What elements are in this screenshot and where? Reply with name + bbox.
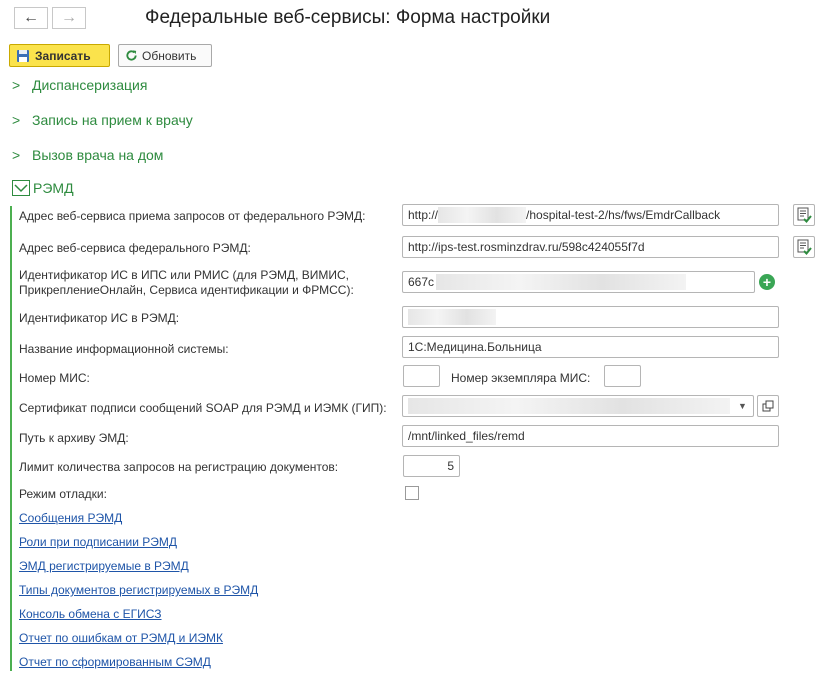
is-id-value-prefix: 667c xyxy=(408,275,435,289)
refresh-icon xyxy=(126,50,137,61)
callback-url-label: Адрес веб-сервиса приема запросов от фед… xyxy=(19,209,366,223)
link-error-report[interactable]: Отчет по ошибкам от РЭМД и ИЭМК xyxy=(19,631,223,645)
remd-id-field[interactable] xyxy=(402,306,779,328)
check-callback-button[interactable] xyxy=(793,204,815,226)
arrow-left-icon: ← xyxy=(23,9,39,26)
section-remd-border xyxy=(10,206,12,671)
document-check-icon xyxy=(797,239,812,255)
floppy-disk-icon xyxy=(17,49,29,62)
archive-path-label: Путь к архиву ЭМД: xyxy=(19,431,129,445)
redacted-host xyxy=(438,207,527,223)
mis-number-field[interactable] xyxy=(403,365,440,387)
save-button-label: Записать xyxy=(35,48,91,63)
arrow-right-icon: → xyxy=(61,9,77,26)
debug-mode-checkbox[interactable] xyxy=(405,486,419,500)
open-certificate-button[interactable] xyxy=(757,395,779,417)
chevron-right-icon: > xyxy=(12,112,21,128)
refresh-button-label: Обновить xyxy=(142,48,197,63)
page-title: Федеральные веб-сервисы: Форма настройки xyxy=(145,7,551,28)
section-appointment-label: Запись на прием к врачу xyxy=(32,112,193,128)
section-home-visit-label: Вызов врача на дом xyxy=(32,147,164,163)
mis-instance-label: Номер экземпляра МИС: xyxy=(451,371,591,385)
callback-url-prefix: http:// xyxy=(408,208,439,222)
federal-url-label: Адрес веб-сервиса федерального РЭМД: xyxy=(19,241,251,255)
dropdown-arrow-icon[interactable]: ▼ xyxy=(738,401,747,411)
callback-url-field[interactable]: http:// /hospital-test-2/hs/fws/EmdrCall… xyxy=(402,204,779,226)
refresh-button[interactable]: Обновить xyxy=(118,44,212,67)
section-remd[interactable]: РЭМД xyxy=(12,180,74,196)
section-home-visit[interactable]: > Вызов врача на дом xyxy=(12,147,163,163)
system-name-field[interactable]: 1С:Медицина.Больница xyxy=(402,336,779,358)
debug-mode-label: Режим отладки: xyxy=(19,487,107,501)
check-federal-button[interactable] xyxy=(793,236,815,258)
request-limit-label: Лимит количества запросов на регистрацию… xyxy=(19,460,339,474)
callback-url-suffix: /hospital-test-2/hs/fws/EmdrCallback xyxy=(526,208,721,222)
chevron-right-icon: > xyxy=(12,147,21,163)
save-button[interactable]: Записать xyxy=(9,44,110,67)
link-egisz-console[interactable]: Консоль обмена с ЕГИСЗ xyxy=(19,607,162,621)
is-id-field[interactable]: 667c xyxy=(402,271,755,293)
request-limit-field[interactable]: 5 xyxy=(403,455,460,477)
link-semd-report[interactable]: Отчет по сформированным СЭМД xyxy=(19,655,211,669)
redacted-remd-id xyxy=(408,309,496,325)
redacted-id xyxy=(436,274,687,290)
back-button[interactable]: ← xyxy=(14,7,48,29)
system-name-label: Название информационной системы: xyxy=(19,342,229,356)
mis-instance-field[interactable] xyxy=(604,365,641,387)
remd-id-label: Идентификатор ИС в РЭМД: xyxy=(19,311,180,325)
chevron-right-icon: > xyxy=(12,77,21,93)
chevron-down-icon xyxy=(12,180,30,196)
section-remd-label: РЭМД xyxy=(33,180,74,196)
link-registered-emd[interactable]: ЭМД регистрируемые в РЭМД xyxy=(19,559,189,573)
federal-url-field[interactable]: http://ips-test.rosminzdrav.ru/598c42405… xyxy=(402,236,779,258)
open-window-icon xyxy=(762,400,774,412)
document-check-icon xyxy=(797,207,812,223)
section-dispensary-label: Диспансеризация xyxy=(32,77,148,93)
forward-button[interactable]: → xyxy=(52,7,86,29)
link-signing-roles[interactable]: Роли при подписании РЭМД xyxy=(19,535,177,549)
section-appointment[interactable]: > Запись на прием к врачу xyxy=(12,112,193,128)
is-id-label-line1: Идентификатор ИС в ИПС или РМИС (для РЭМ… xyxy=(19,268,349,282)
is-id-label-line2: ПрикреплениеОнлайн, Сервиса идентификаци… xyxy=(19,283,354,297)
redacted-certificate xyxy=(408,398,730,414)
link-remd-messages[interactable]: Сообщения РЭМД xyxy=(19,511,122,525)
certificate-select[interactable]: ▼ xyxy=(402,395,754,417)
add-icon[interactable]: + xyxy=(759,274,775,290)
archive-path-field[interactable]: /mnt/linked_files/remd xyxy=(402,425,779,447)
mis-number-label: Номер МИС: xyxy=(19,371,90,385)
certificate-label: Сертификат подписи сообщений SOAP для РЭ… xyxy=(19,401,387,415)
section-dispensary[interactable]: > Диспансеризация xyxy=(12,77,147,93)
link-document-types[interactable]: Типы документов регистрируемых в РЭМД xyxy=(19,583,258,597)
